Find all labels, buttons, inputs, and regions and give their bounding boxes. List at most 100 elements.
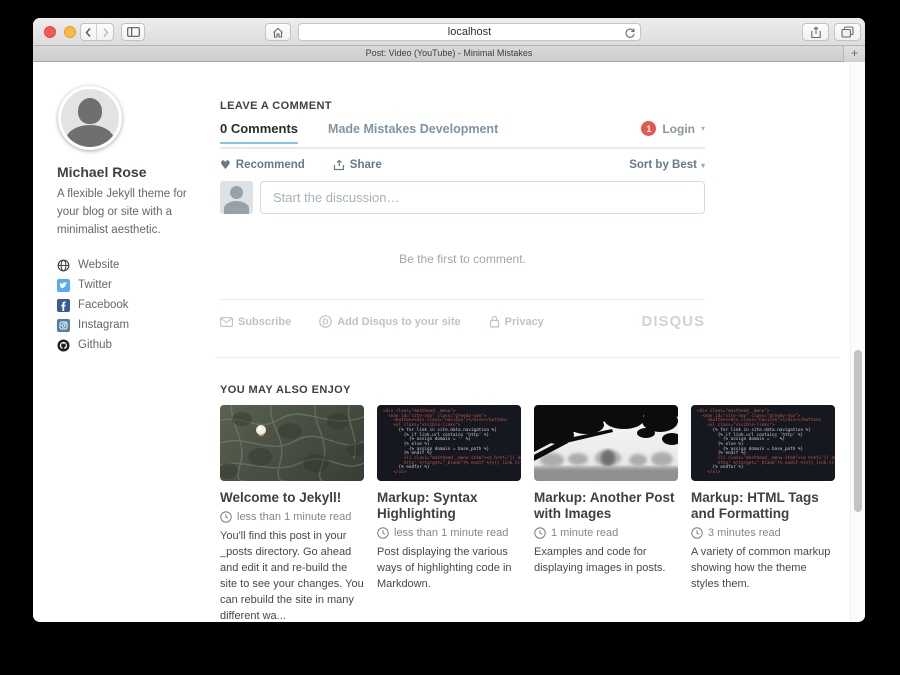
globe-icon [57, 259, 70, 272]
post-title[interactable]: Markup: Syntax Highlighting [377, 490, 521, 522]
page-content: Michael Rose A flexible Jekyll theme for… [33, 62, 865, 621]
post-title[interactable]: Markup: HTML Tags and Formatting [691, 490, 835, 522]
disqus-logo[interactable]: DISQUS [641, 313, 705, 330]
author-bio: A flexible Jekyll theme for your blog or… [57, 186, 191, 239]
post-thumbnail-green-texture [220, 405, 364, 481]
related-card-markup-syntax-highlighting[interactable]: <div class="masthead__menu"> <nav id="si… [377, 405, 521, 622]
avatar-silhouette [78, 98, 102, 124]
main-column: LEAVE A COMMENT 0 Comments Made Mistakes… [220, 100, 836, 622]
post-thumbnail-code: <div class="masthead__menu"> <nav id="si… [377, 405, 521, 481]
sidebar-item-instagram[interactable]: Instagram [57, 315, 202, 335]
share-label: Share [350, 159, 382, 171]
post-meta: less than 1 minute read [377, 527, 521, 539]
sidebar-item-facebook[interactable]: Facebook [57, 295, 202, 315]
post-thumbnail-foggy-tree [534, 405, 678, 481]
active-tab[interactable]: Post: Video (YouTube) - Minimal Mistakes [33, 46, 865, 61]
avatar [58, 86, 122, 150]
new-tab-button[interactable]: + [843, 46, 865, 62]
related-card-markup-html-tags-and-formatting[interactable]: <div class="masthead__menu"> <nav id="si… [691, 405, 835, 622]
tab-overview-button[interactable] [834, 23, 861, 41]
comment-input[interactable] [260, 181, 705, 214]
history-nav-group [80, 23, 114, 41]
twitter-icon [57, 279, 70, 292]
disqus-d-icon: D [319, 315, 332, 328]
minimize-window-button[interactable] [64, 26, 76, 38]
scrollbar-thumb[interactable] [854, 350, 862, 512]
post-title[interactable]: Welcome to Jekyll! [220, 490, 364, 506]
lock-icon [489, 315, 500, 328]
post-excerpt: You'll find this post in your _posts dir… [220, 529, 364, 622]
clock-icon [220, 511, 232, 523]
forward-button[interactable] [97, 24, 113, 40]
heart-icon: ♥ [220, 159, 231, 171]
post-title[interactable]: Markup: Another Post with Images [534, 490, 678, 522]
sidebar-link-label: Instagram [78, 319, 129, 331]
sidebar-link-label: Facebook [78, 299, 129, 311]
subscribe-label: Subscribe [238, 316, 291, 328]
sidebar-item-twitter[interactable]: Twitter [57, 275, 202, 295]
commenter-avatar [220, 181, 253, 214]
empty-comments-message: Be the first to comment. [220, 252, 705, 266]
chevron-down-icon: ▾ [701, 124, 705, 133]
post-excerpt: Post displaying the various ways of high… [377, 545, 521, 593]
close-window-button[interactable] [44, 26, 56, 38]
related-section-divider [215, 357, 840, 358]
clock-icon [534, 527, 546, 539]
home-icon [272, 27, 284, 38]
disqus-tab-row: 0 Comments Made Mistakes Development 1 L… [220, 121, 705, 149]
disqus-footer: Subscribe D Add Disqus to your site Priv… [220, 313, 705, 330]
login-label: Login [662, 122, 695, 136]
sidebar-item-website[interactable]: Website [57, 255, 202, 275]
back-button[interactable] [81, 24, 97, 40]
sort-menu[interactable]: Sort by Best ▾ [629, 159, 705, 171]
share-arrow-icon [333, 159, 345, 171]
sidebar-link-label: Twitter [78, 279, 112, 291]
sort-label: Sort by Best [629, 159, 697, 171]
clock-icon [377, 527, 389, 539]
related-posts: Welcome to Jekyll! less than 1 minute re… [220, 405, 836, 622]
facebook-icon [57, 299, 70, 312]
recommend-label: Recommend [236, 159, 305, 171]
share-comments-button[interactable]: Share [333, 159, 382, 171]
post-meta: 1 minute read [534, 527, 678, 539]
notification-badge[interactable]: 1 [641, 121, 656, 136]
login-menu[interactable]: 1 Login ▾ [641, 121, 705, 142]
author-profile: Michael Rose A flexible Jekyll theme for… [57, 86, 202, 355]
tab-bar: Post: Video (YouTube) - Minimal Mistakes… [33, 46, 865, 62]
chevron-right-icon [101, 27, 110, 38]
read-time: less than 1 minute read [394, 527, 508, 539]
sidebar-link-label: Website [78, 259, 119, 271]
svg-text:D: D [323, 317, 329, 326]
clock-icon [691, 527, 703, 539]
author-name: Michael Rose [57, 164, 202, 180]
related-card-welcome-to-jekyll[interactable]: Welcome to Jekyll! less than 1 minute re… [220, 405, 364, 622]
sidebar-toggle-button[interactable] [121, 23, 145, 41]
sidebar-item-github[interactable]: Github [57, 335, 202, 355]
privacy-label: Privacy [505, 316, 544, 328]
post-thumbnail-code: <div class="masthead__menu"> <nav id="si… [691, 405, 835, 481]
url-text: localhost [299, 26, 640, 38]
tab-comments-count[interactable]: 0 Comments [220, 121, 298, 142]
refresh-button[interactable] [624, 26, 636, 44]
home-button[interactable] [265, 23, 291, 41]
sidebar-icon [127, 27, 140, 37]
privacy-link[interactable]: Privacy [489, 315, 544, 328]
author-links: Website Twitter Facebook [57, 255, 202, 355]
share-button[interactable] [802, 23, 829, 41]
post-meta: 3 minutes read [691, 527, 835, 539]
address-bar[interactable]: localhost [298, 23, 641, 41]
read-time: less than 1 minute read [237, 511, 351, 523]
related-heading: YOU MAY ALSO ENJOY [220, 384, 836, 396]
read-time: 1 minute read [551, 527, 618, 539]
post-meta: less than 1 minute read [220, 511, 364, 523]
disqus-embed: 0 Comments Made Mistakes Development 1 L… [220, 121, 705, 330]
add-disqus-label: Add Disqus to your site [337, 316, 460, 328]
comments-heading: LEAVE A COMMENT [220, 100, 836, 112]
subscribe-button[interactable]: Subscribe [220, 316, 291, 328]
related-card-markup-another-post-with-images[interactable]: Markup: Another Post with Images 1 minut… [534, 405, 678, 622]
tab-community[interactable]: Made Mistakes Development [328, 122, 498, 142]
recommend-button[interactable]: ♥ Recommend [220, 159, 305, 171]
read-time: 3 minutes read [708, 527, 781, 539]
scrollbar-track[interactable] [850, 62, 865, 621]
add-disqus-link[interactable]: D Add Disqus to your site [319, 315, 460, 328]
